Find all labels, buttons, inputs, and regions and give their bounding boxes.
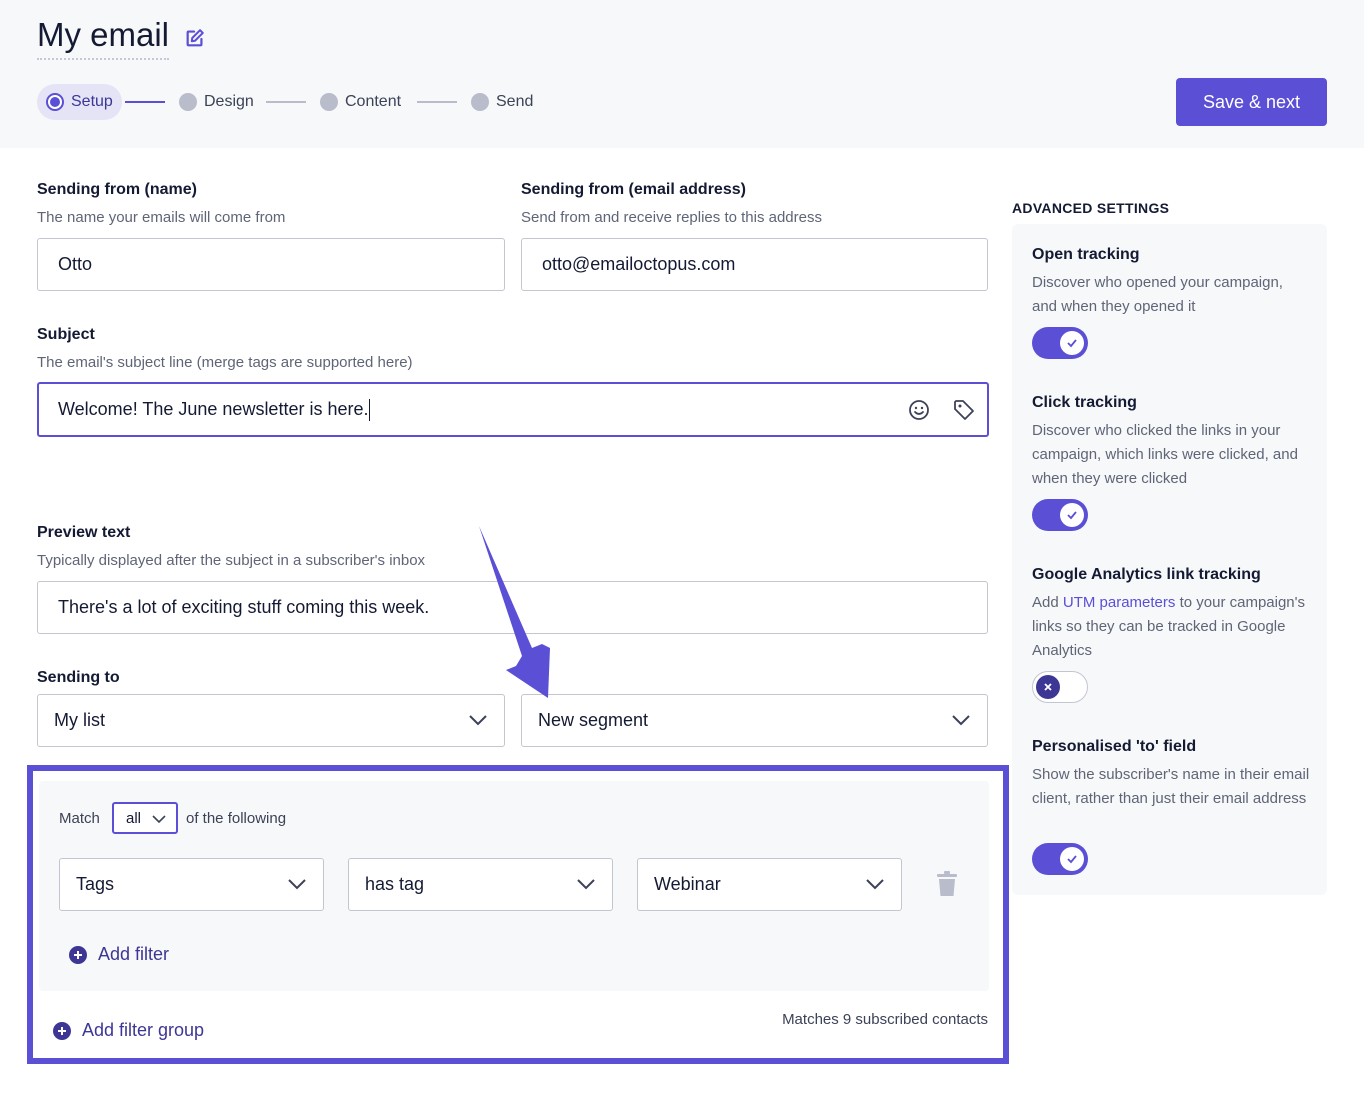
step-dot-icon [471,93,489,111]
open-tracking-toggle[interactable] [1032,327,1088,359]
subject-hint: The email's subject line (merge tags are… [37,354,413,371]
click-tracking-desc: Discover who clicked the links in your c… [1032,422,1298,487]
click-tracking-title: Click tracking [1032,394,1137,411]
save-next-button[interactable]: Save & next [1176,78,1327,126]
step-setup[interactable]: Setup [37,84,122,120]
toggle-knob [1060,503,1084,527]
advanced-settings-panel: Open tracking Discover who opened your c… [1012,224,1327,895]
chevron-down-icon [577,879,595,890]
merge-tag-icon[interactable] [952,398,976,422]
match-prefix: Match [59,810,100,827]
filter-operator-value: has tag [365,874,425,894]
preview-value: There's a lot of exciting stuff coming t… [58,597,430,617]
personalised-to-title: Personalised 'to' field [1032,738,1197,755]
plus-circle-icon [53,1021,71,1040]
click-tracking-toggle[interactable] [1032,499,1088,531]
filter-field-select[interactable]: Tags [59,858,324,911]
page-title: My email [37,16,170,60]
step-label: Content [345,93,402,110]
segment-select[interactable]: New segment [521,694,988,747]
segment-builder-highlight: Match all of the following Tags has tag … [27,765,1009,1064]
subject-value: Welcome! The June newsletter is here. [58,399,369,419]
segment-select-value: New segment [538,710,649,730]
filter-group: Match all of the following Tags has tag … [39,781,989,991]
plus-circle-icon [69,945,87,964]
check-icon [1067,511,1077,520]
toggle-knob [1060,331,1084,355]
emoji-icon[interactable] [907,398,931,422]
toggle-knob [1060,847,1084,871]
from-name-input[interactable]: Otto [37,238,505,291]
filter-value-select[interactable]: Webinar [637,858,902,911]
step-label: Design [204,93,254,110]
ga-tracking-desc: Add UTM parameters to your campaign's li… [1032,591,1312,663]
step-content[interactable]: Content [320,84,401,120]
filter-operator-select[interactable]: has tag [348,858,613,911]
from-email-value: otto@emailoctopus.com [542,254,736,274]
from-name-value: Otto [58,254,93,274]
step-connector [125,101,165,103]
close-icon [1044,683,1052,691]
trash-icon[interactable] [936,871,958,897]
chevron-down-icon [866,879,884,890]
preview-label: Preview text [37,524,131,541]
step-dot-icon [179,93,197,111]
step-dot-icon [320,93,338,111]
list-select[interactable]: My list [37,694,505,747]
ga-tracking-toggle[interactable] [1032,671,1088,703]
check-icon [1067,339,1077,348]
open-tracking-desc: Discover who opened your campaign, and w… [1032,274,1283,315]
match-select-value: all [126,809,142,827]
add-filter-group-link[interactable]: Add filter group [53,1020,204,1041]
from-name-hint: The name your emails will come from [37,209,286,226]
add-filter-link[interactable]: Add filter [69,944,169,965]
chevron-down-icon [952,715,970,726]
personalised-to-desc: Show the subscriber's name in their emai… [1032,766,1310,807]
chevron-down-icon [152,815,166,824]
step-design[interactable]: Design [179,84,254,120]
subject-label: Subject [37,326,95,343]
preview-hint: Typically displayed after the subject in… [37,552,426,569]
from-email-hint: Send from and receive replies to this ad… [521,209,822,226]
filter-field-value: Tags [76,874,115,894]
ga-desc-prefix: Add [1032,594,1059,611]
chevron-down-icon [288,879,306,890]
sending-to-label: Sending to [37,669,120,686]
add-filter-label: Add filter [98,944,170,964]
from-name-label: Sending from (name) [37,181,198,198]
page-header: My email Setup Design Content Send Save … [0,0,1364,148]
utm-parameters-link[interactable]: UTM parameters [1063,594,1176,611]
chevron-down-icon [469,715,487,726]
step-label: Setup [71,93,113,110]
from-email-input[interactable]: otto@emailoctopus.com [521,238,988,291]
matches-count: Matches 9 subscribed contacts [782,1011,988,1028]
text-caret [369,398,371,421]
annotation-arrow-icon [479,526,550,698]
list-select-value: My list [54,710,105,730]
from-email-label: Sending from (email address) [521,181,746,198]
edit-icon[interactable] [184,27,206,49]
match-select[interactable]: all [112,802,178,834]
advanced-settings-title: ADVANCED SETTINGS [1012,200,1170,216]
toggle-knob [1036,675,1060,699]
step-active-dot-icon [46,93,64,111]
subject-input[interactable]: Welcome! The June newsletter is here. [37,382,989,437]
match-suffix: of the following [186,810,287,827]
open-tracking-title: Open tracking [1032,246,1140,263]
ga-tracking-title: Google Analytics link tracking [1032,566,1261,583]
check-icon [1067,855,1077,864]
personalised-to-toggle[interactable] [1032,843,1088,875]
step-send[interactable]: Send [471,84,533,120]
add-group-label: Add filter group [82,1020,205,1040]
step-connector [266,101,306,103]
step-label: Send [496,93,534,110]
filter-value-value: Webinar [654,874,721,894]
step-connector [417,101,457,103]
